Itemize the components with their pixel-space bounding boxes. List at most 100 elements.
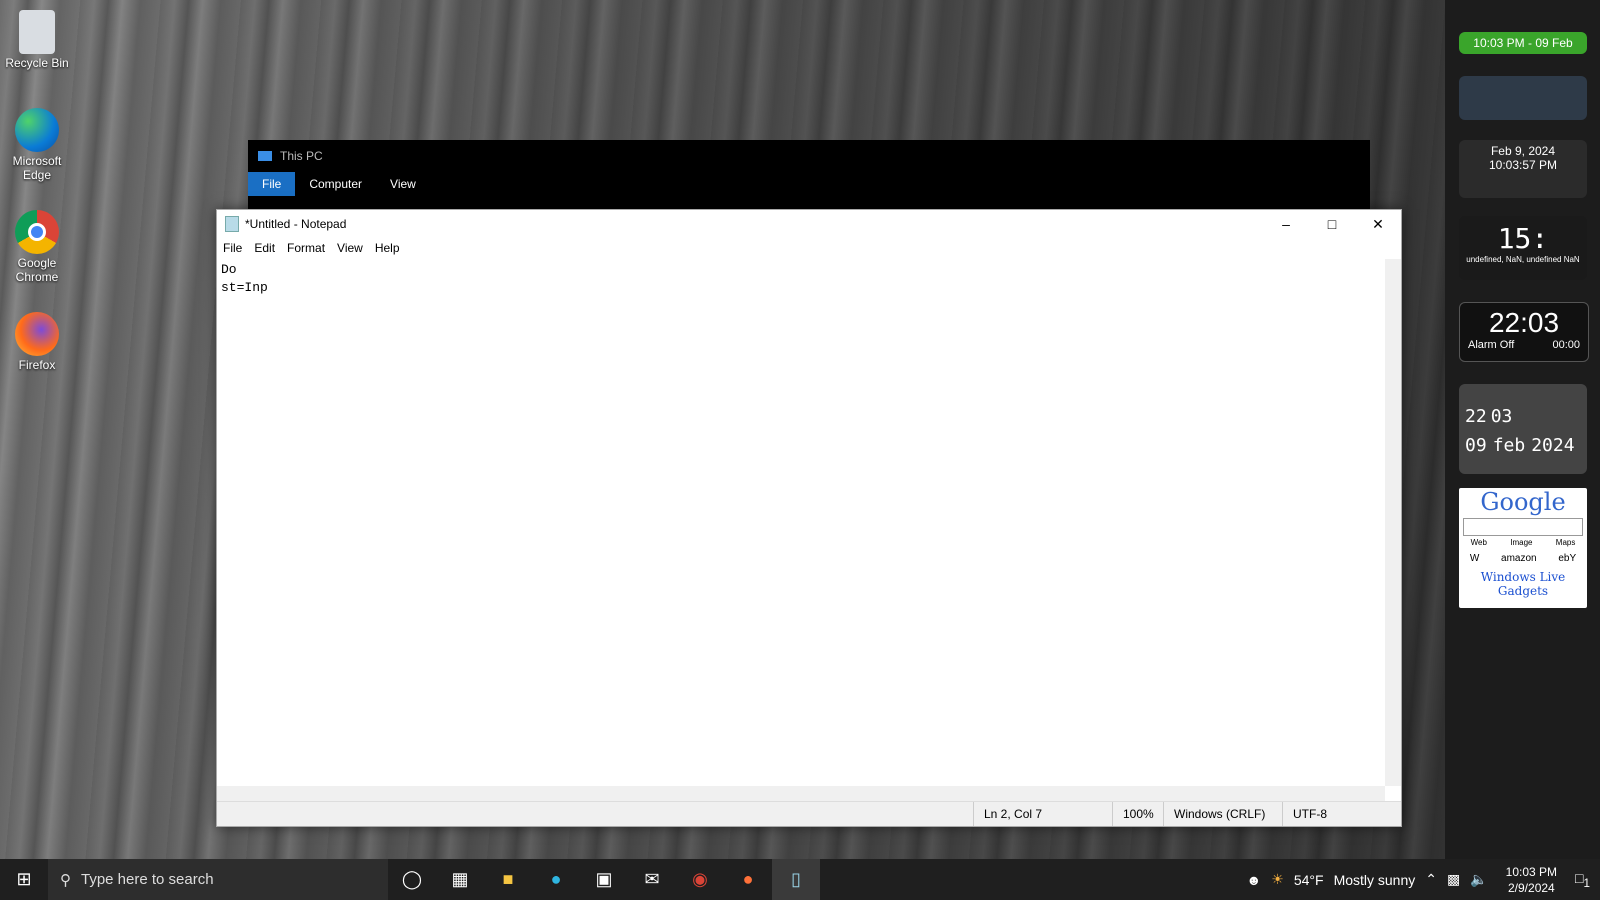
- top-clock-gadget: 10:03 PM - 09 Feb: [1459, 32, 1587, 54]
- menu-help[interactable]: Help: [369, 241, 406, 255]
- desktop-icon-google-chrome[interactable]: Google Chrome: [0, 210, 74, 284]
- computer-icon: [258, 151, 272, 161]
- close-button[interactable]: ✕: [1355, 210, 1401, 238]
- search-icon: ⚲: [60, 871, 71, 889]
- start-button[interactable]: ⊞: [0, 859, 48, 900]
- task-view-icon: ▦: [451, 869, 469, 889]
- notepad-text-area[interactable]: Do st=Inp: [217, 259, 1385, 786]
- desktop-icon-microsoft-edge[interactable]: Microsoft Edge: [0, 108, 74, 182]
- google-option-image[interactable]: Image: [1510, 538, 1532, 547]
- weather-icon: ☀: [1271, 871, 1284, 887]
- weather-desc[interactable]: Mostly sunny: [1334, 872, 1416, 888]
- weather-temp[interactable]: 54°F: [1294, 872, 1324, 888]
- taskbar-mail[interactable]: ✉: [628, 859, 676, 900]
- digital-sub: undefined, NaN, undefined NaN: [1466, 255, 1580, 264]
- digital-time: 15:: [1497, 222, 1549, 255]
- flip-clock-gadget: 22 03 09 feb 2024: [1459, 384, 1587, 474]
- vertical-scrollbar[interactable]: [1385, 259, 1401, 786]
- taskbar-store[interactable]: ▣: [580, 859, 628, 900]
- taskbar-clock[interactable]: 10:03 PM 2/9/2024: [1498, 864, 1565, 896]
- search-box[interactable]: ⚲ Type here to search: [48, 859, 388, 900]
- notification-count: 1: [1583, 876, 1590, 890]
- notepad-window[interactable]: *Untitled - Notepad – □ ✕ File Edit Form…: [216, 209, 1402, 827]
- site-wikipedia[interactable]: W: [1470, 553, 1479, 564]
- google-search-input[interactable]: [1463, 518, 1583, 536]
- taskbar: ⊞ ⚲ Type here to search ◯ ▦ ■ ● ▣ ✉ ◉ ● …: [0, 859, 1600, 900]
- task-view-button[interactable]: ▦: [436, 859, 484, 900]
- circle-icon: ◯: [401, 869, 423, 889]
- maximize-button[interactable]: □: [1309, 210, 1355, 238]
- flip-hour: 22: [1465, 406, 1487, 427]
- status-line-ending: Windows (CRLF): [1163, 802, 1282, 826]
- explorer-titlebar: This PC: [248, 140, 1370, 172]
- status-encoding: UTF-8: [1282, 802, 1401, 826]
- digital-clock-gadget: 15: undefined, NaN, undefined NaN: [1459, 216, 1587, 280]
- gadget-sidebar: 10:03 PM - 09 Feb Feb 9, 2024 10:03:57 P…: [1445, 0, 1600, 859]
- system-tray: ☻ ☀ 54°F Mostly sunny ⌃ ▩ 🔈 10:03 PM 2/9…: [1247, 859, 1600, 900]
- chrome-icon: ◉: [692, 869, 708, 889]
- flip-year: 2024: [1531, 435, 1575, 456]
- alarm-value: 00:00: [1552, 339, 1580, 351]
- edge-icon: [15, 108, 59, 152]
- notepad-menubar: File Edit Format View Help: [217, 238, 1401, 258]
- alarm-label: Alarm Off: [1468, 339, 1515, 351]
- taskbar-firefox[interactable]: ●: [724, 859, 772, 900]
- network-icon[interactable]: ▩: [1447, 871, 1460, 888]
- firefox-icon: ●: [742, 869, 754, 889]
- menu-view[interactable]: View: [331, 241, 369, 255]
- menu-file[interactable]: File: [217, 241, 248, 255]
- site-ebay[interactable]: ebY: [1558, 553, 1576, 564]
- windows-icon: ⊞: [16, 869, 32, 889]
- gadget-date: Feb 9, 2024: [1490, 144, 1556, 158]
- menu-format[interactable]: Format: [281, 241, 331, 255]
- desktop-icon-label: Google Chrome: [15, 256, 59, 284]
- desktop-icon-firefox[interactable]: Firefox: [0, 312, 74, 372]
- status-zoom: 100%: [1112, 802, 1163, 826]
- google-option-web[interactable]: Web: [1471, 538, 1487, 547]
- alarm-clock-gadget: 22:03 Alarm Off 00:00: [1459, 302, 1589, 362]
- app-launcher-gadget: [1459, 76, 1587, 120]
- notepad-icon: [225, 216, 239, 232]
- explorer-tab-view[interactable]: View: [376, 172, 430, 196]
- taskbar-chrome[interactable]: ◉: [676, 859, 724, 900]
- google-logo: Google: [1480, 488, 1566, 516]
- clock-date: 2/9/2024: [1508, 880, 1555, 895]
- taskbar-file-explorer[interactable]: ■: [484, 859, 532, 900]
- desktop-icon-label: Recycle Bin: [5, 56, 69, 70]
- google-search-gadget: Google Web Image Maps W amazon ebY Windo…: [1459, 488, 1587, 608]
- notepad-titlebar: *Untitled - Notepad – □ ✕: [217, 210, 1401, 238]
- taskbar-notepad[interactable]: ▯: [772, 859, 820, 900]
- notepad-title: *Untitled - Notepad: [245, 217, 347, 231]
- date-time-gadget: Feb 9, 2024 10:03:57 PM: [1459, 140, 1587, 198]
- desktop-icon-label: Microsoft Edge: [12, 154, 62, 182]
- explorer-ribbon: File Computer View: [248, 172, 1370, 196]
- horizontal-scrollbar[interactable]: [217, 786, 1385, 802]
- status-position: Ln 2, Col 7: [973, 802, 1112, 826]
- desktop-icon-label: Firefox: [18, 358, 56, 372]
- site-amazon[interactable]: amazon: [1501, 553, 1537, 564]
- mail-icon: ✉: [644, 869, 660, 889]
- desktop-icon-recycle-bin[interactable]: Recycle Bin: [0, 10, 74, 70]
- edge-icon: ●: [550, 869, 562, 889]
- chrome-icon: [15, 210, 59, 254]
- folder-icon: ■: [502, 869, 514, 889]
- menu-edit[interactable]: Edit: [248, 241, 281, 255]
- explorer-tab-computer[interactable]: Computer: [295, 172, 376, 196]
- windows-live-gadgets-link[interactable]: Windows Live Gadgets: [1459, 570, 1587, 598]
- firefox-icon: [15, 312, 59, 356]
- gadget-time: 10:03:57 PM: [1488, 158, 1558, 172]
- explorer-window[interactable]: This PC File Computer View: [248, 140, 1370, 220]
- notepad-icon: ▯: [791, 869, 801, 889]
- people-icon[interactable]: ☻: [1247, 872, 1262, 888]
- explorer-tab-file[interactable]: File: [248, 172, 296, 196]
- chevron-up-icon[interactable]: ⌃: [1425, 871, 1437, 888]
- store-icon: ▣: [595, 869, 613, 889]
- minimize-button[interactable]: –: [1263, 210, 1309, 238]
- flip-month: feb: [1492, 435, 1526, 456]
- cortana-button[interactable]: ◯: [388, 859, 436, 900]
- google-option-maps[interactable]: Maps: [1556, 538, 1576, 547]
- volume-icon[interactable]: 🔈: [1470, 871, 1487, 888]
- taskbar-edge[interactable]: ●: [532, 859, 580, 900]
- recycle-bin-icon: [19, 10, 55, 54]
- notification-icon[interactable]: □1: [1575, 870, 1600, 890]
